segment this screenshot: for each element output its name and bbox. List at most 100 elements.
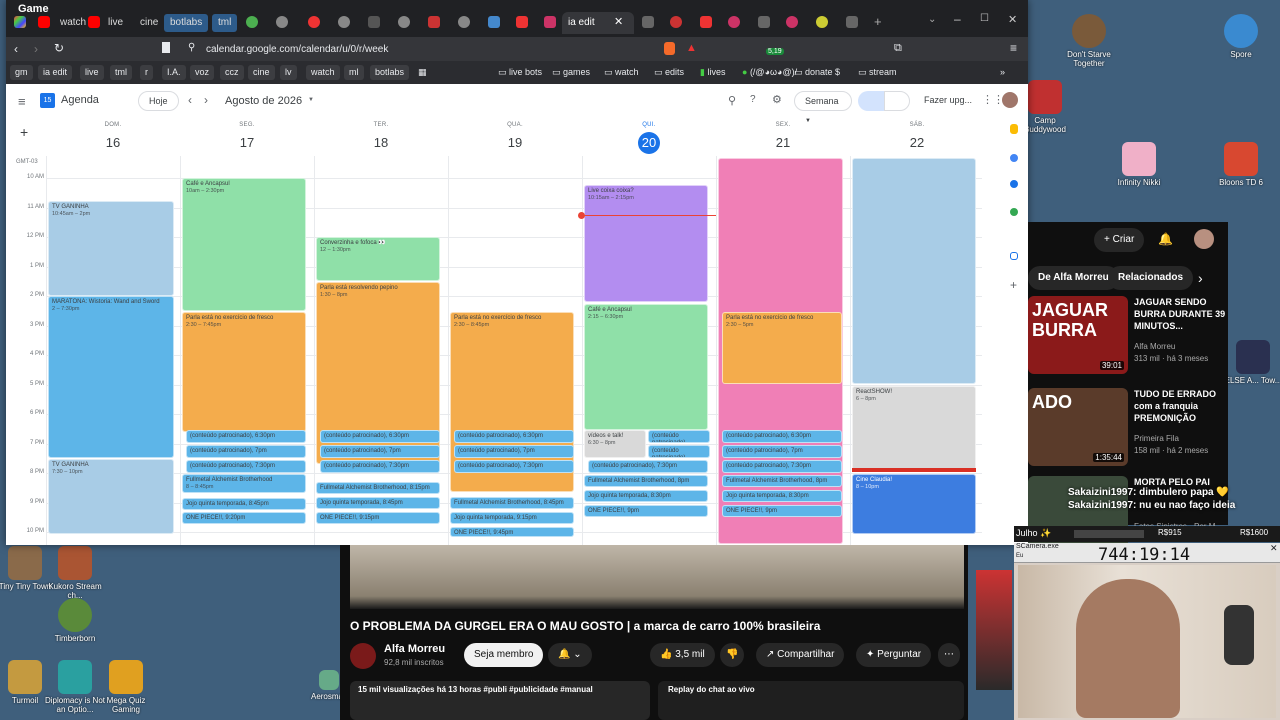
tab-live[interactable]: live <box>102 12 129 34</box>
calendar-event[interactable]: ONE PIECE!!, 9:15pm <box>316 512 440 524</box>
view-selector[interactable]: Semana ▼ <box>794 91 852 124</box>
tab-icon[interactable] <box>308 16 320 28</box>
day-date[interactable]: 17 <box>236 132 258 154</box>
bookmark-folder-edits[interactable]: ▭ edits <box>654 65 684 80</box>
forward-icon[interactable]: › <box>34 42 38 56</box>
calendar-event[interactable]: Fullmetal Alchemist Brotherhood, 8pm <box>722 475 842 487</box>
apps-grid-icon[interactable]: ⋮⋮ <box>982 93 1004 106</box>
calendar-event[interactable]: vídeos e talk! 6:30 – 8pm <box>584 430 646 458</box>
calendar-event[interactable]: Jojo quinta temporada, 8:45pm <box>316 497 440 509</box>
calendar-event[interactable]: ReactSHOW! 6 – 8pm <box>852 386 976 472</box>
bookmark-lives[interactable]: ▮ lives <box>700 65 725 80</box>
avatar[interactable] <box>1002 92 1018 108</box>
chip-related[interactable]: Relacionados <box>1108 266 1194 290</box>
bookmark-icon[interactable] <box>162 42 170 53</box>
tab-icon[interactable] <box>758 16 770 28</box>
avatar[interactable] <box>1194 229 1214 249</box>
tab-search-icon[interactable]: ⌄ <box>928 14 936 25</box>
calendar-event[interactable]: (conteúdo patrocinado), 7:30pm <box>722 460 842 473</box>
related-video[interactable]: JAGUAR BURRA 39:01 JAGUAR SENDO BURRA DURA… <box>1028 296 1228 384</box>
new-tab-icon[interactable]: + <box>874 14 882 29</box>
bookmark-tml[interactable]: tml <box>110 65 132 80</box>
calendar-event[interactable]: TV GANINHA 10:45am – 2pm <box>48 201 174 296</box>
tab-cine[interactable]: cine <box>134 12 164 34</box>
desktop-icon-kukoro[interactable]: Kukoro Stream ch... <box>44 546 106 600</box>
calendar-event[interactable]: Jojo quinta temporada, 8:30pm <box>722 490 842 502</box>
tab-botlabs[interactable]: botlabs <box>164 14 209 32</box>
share-button[interactable]: ↗ Compartilhar <box>756 643 845 667</box>
today-button[interactable]: Hoje <box>138 91 179 111</box>
prev-week-icon[interactable]: ‹ <box>188 93 192 107</box>
create-button[interactable]: + <box>20 124 36 140</box>
apps-grid-icon[interactable]: ▦ <box>418 65 427 80</box>
bookmark-folder-watch[interactable]: ▭ watch <box>604 65 639 80</box>
ask-button[interactable]: ✦ Perguntar <box>856 643 932 667</box>
bookmark-folder-games[interactable]: ▭ games <box>552 65 590 80</box>
search-icon[interactable]: ⚲ <box>728 94 736 107</box>
month-dropdown-icon[interactable]: ▼ <box>308 97 314 103</box>
subscribed-bell-button[interactable]: 🔔 ⌄ <box>548 643 592 667</box>
upgrade-button[interactable]: Fazer upg... <box>920 91 977 111</box>
day-header-20[interactable]: QUI. 20 <box>582 122 716 154</box>
chat-replay[interactable]: Replay do chat ao vivo <box>658 681 964 720</box>
keep-icon[interactable] <box>1010 124 1018 134</box>
day-header-22[interactable]: SÁB. 22 <box>850 122 984 154</box>
tab-icon[interactable] <box>488 16 500 28</box>
calendar-event[interactable]: Café e Ancapsul 2:15 – 6:30pm <box>584 304 708 430</box>
chrome-tab-icon[interactable] <box>246 16 258 28</box>
day-date[interactable]: 22 <box>906 132 928 154</box>
desktop-icon-infinity-nikki[interactable]: Infinity Nikki <box>1108 142 1170 187</box>
minimize-icon[interactable]: – <box>954 12 961 26</box>
calendar-event[interactable]: (conteúdo patrocinado) <box>648 430 710 443</box>
bookmark-ia-edit[interactable]: ia edit <box>38 65 73 80</box>
chip-alfa-morreu[interactable]: De Alfa Morreu <box>1028 266 1119 290</box>
day-header-18[interactable]: TER. 18 <box>314 122 448 154</box>
video-channel[interactable]: Alfa Morreu <box>1134 342 1175 351</box>
maps-icon[interactable] <box>1010 208 1018 216</box>
bookmark-folder-live-bots[interactable]: ▭ live bots <box>498 65 542 80</box>
tab-icon[interactable] <box>458 16 470 28</box>
calendar-event[interactable]: (conteúdo patrocinado), 7:30pm <box>588 460 708 473</box>
day-date[interactable]: 21 <box>772 132 794 154</box>
video-thumbnail[interactable]: JAGUAR BURRA 39:01 <box>1028 296 1128 374</box>
bookmark-ccz[interactable]: ccz <box>220 65 244 80</box>
calendar-event[interactable]: ONE PIECE!!, 9pm <box>722 505 842 517</box>
day-date[interactable]: 18 <box>370 132 392 154</box>
tab-icon[interactable] <box>670 16 682 28</box>
calendar-event[interactable]: Jojo quinta temporada, 8:30pm <box>584 490 708 502</box>
bookmark-ia[interactable]: I.A. <box>162 65 186 80</box>
desktop-icon-timberborn[interactable]: Timberborn <box>44 598 106 643</box>
calendar-event[interactable]: (conteúdo patrocinado) <box>648 445 710 458</box>
tasks-view-toggle[interactable] <box>884 91 910 111</box>
rewards-icon[interactable]: ▲ <box>686 42 697 54</box>
day-date[interactable]: 20 <box>638 132 660 154</box>
calendar-event[interactable]: ONE PIECE!!, 9:45pm <box>450 527 574 537</box>
more-actions-icon[interactable]: ⋯ <box>938 643 960 667</box>
calendar-event[interactable]: Jojo quinta temporada, 8:45pm <box>182 498 306 510</box>
menu-icon[interactable]: ≡ <box>1010 41 1017 55</box>
bookmark-folder-stream[interactable]: ▭ stream <box>858 65 897 80</box>
day-header-19[interactable]: QUA. 19 <box>448 122 582 154</box>
day-header-17[interactable]: SEG. 17 <box>180 122 314 154</box>
bookmark-r[interactable]: r <box>140 65 153 80</box>
bookmark-watch[interactable]: watch <box>306 65 340 80</box>
tab-icon[interactable] <box>642 16 654 28</box>
tab-icon[interactable] <box>816 16 828 28</box>
calendar-event[interactable]: ONE PIECE!!, 9pm <box>584 505 708 517</box>
calendar-event[interactable]: (conteúdo patrocinado), 7pm <box>186 445 306 458</box>
calendar-event[interactable]: ONE PIECE!!, 9:20pm <box>182 512 306 524</box>
calendar-event[interactable]: Café e Ancapsul 10am – 2:30pm <box>182 178 306 311</box>
url-text[interactable]: calendar.google.com/calendar/u/0/r/week <box>206 44 388 55</box>
bookmark-voz[interactable]: voz <box>190 65 215 80</box>
bookmark-ml[interactable]: ml <box>344 65 364 80</box>
extensions-icon[interactable]: ⧉ <box>894 42 902 55</box>
bookmark-gm[interactable]: gm <box>10 65 33 80</box>
chevron-right-icon[interactable]: › <box>1198 270 1203 286</box>
more-bookmarks-icon[interactable]: » <box>1000 65 1005 80</box>
calendar-event[interactable]: Converzinha e fofoca 👀 12 – 1:30pm <box>316 237 440 281</box>
day-header-21[interactable]: SEX. 21 <box>716 122 850 154</box>
calendar-event[interactable]: (conteúdo patrocinado), 7:30pm <box>454 460 574 473</box>
channel-name[interactable]: Alfa Morreu <box>384 643 445 655</box>
add-addon-icon[interactable]: + <box>1010 278 1017 292</box>
day-header-16[interactable]: DOM. 16 <box>46 122 180 154</box>
